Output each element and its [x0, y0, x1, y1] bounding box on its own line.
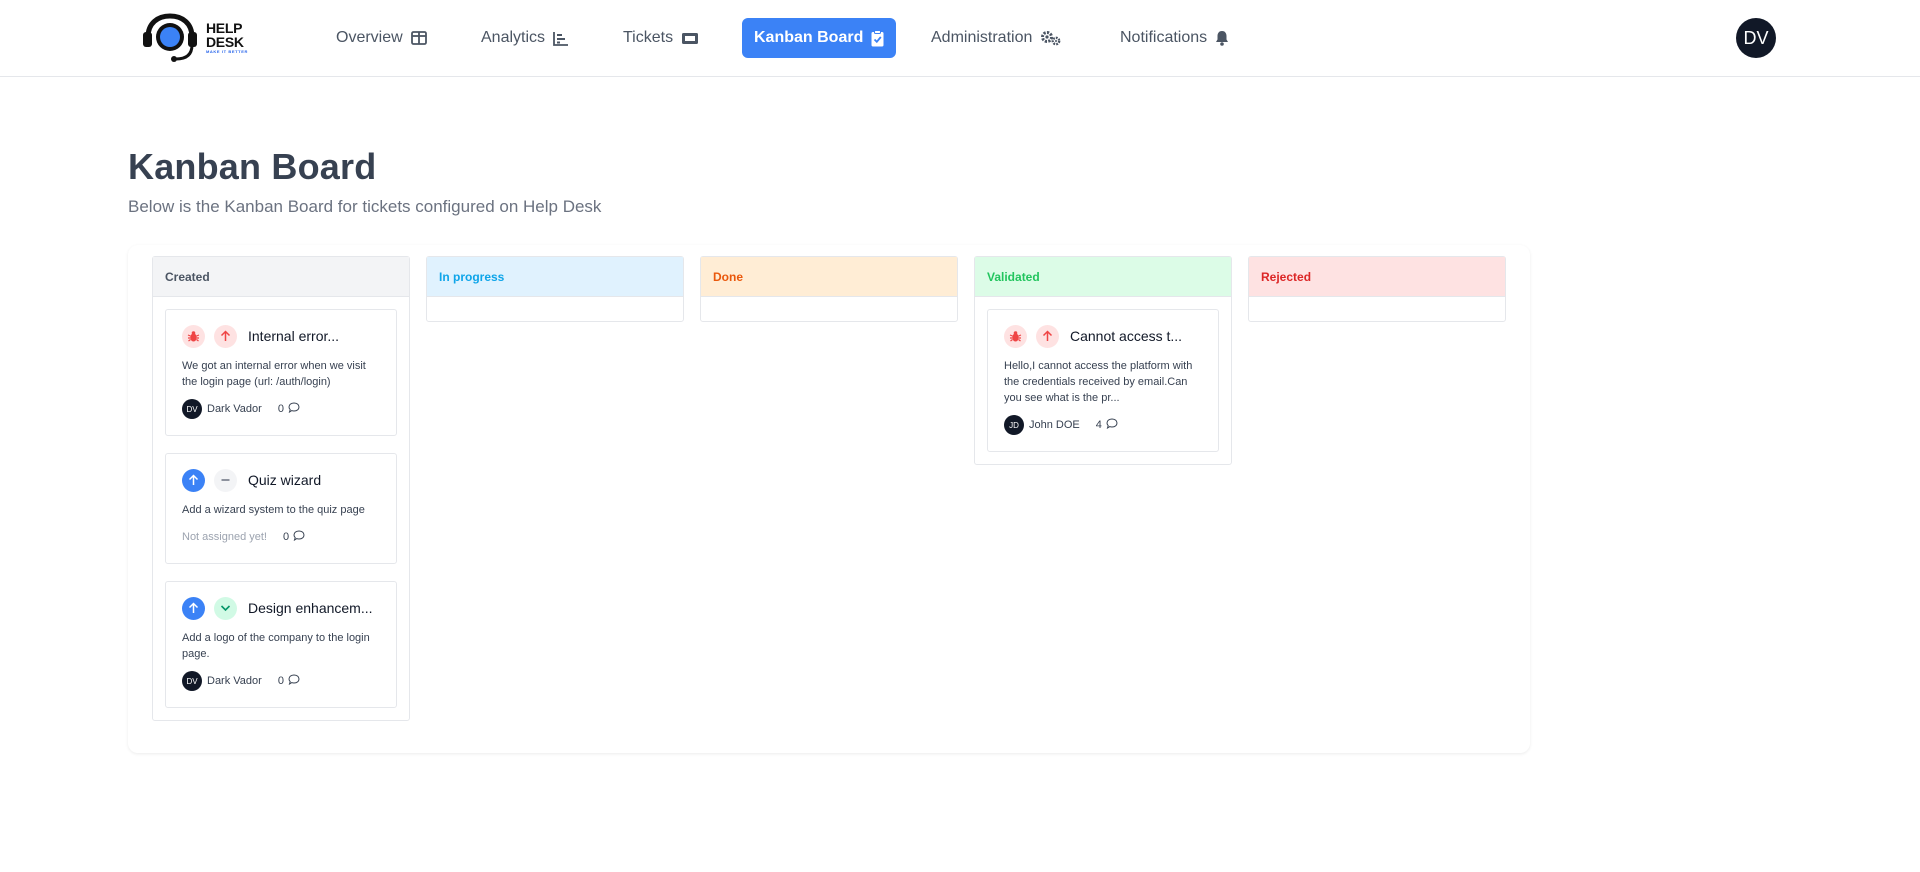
comment-icon — [1106, 418, 1118, 432]
arrow-up-icon — [214, 324, 237, 348]
column-header-in-progress: In progress — [427, 257, 683, 297]
comment-icon — [293, 530, 305, 544]
arrow-up-icon — [1036, 324, 1059, 348]
comment-icon — [288, 674, 300, 688]
bug-icon — [182, 324, 205, 348]
ticket-description: We got an internal error when we visit t… — [182, 360, 366, 388]
column-header-created: Created — [153, 257, 409, 297]
page-title: Kanban Board — [128, 146, 377, 187]
layout-icon — [410, 31, 427, 45]
comment-count: 0 — [283, 530, 305, 544]
bell-icon — [1215, 30, 1229, 46]
nav-analytics[interactable]: Analytics — [469, 18, 581, 58]
nav-notifications-label: Notifications — [1120, 29, 1208, 46]
assignee-name: Dark Vador — [207, 675, 262, 687]
user-avatar[interactable]: DV — [1736, 18, 1776, 58]
ticket-title: Cannot access t... — [1070, 328, 1183, 344]
column-validated: Validated Cannot access t... Hello,I can… — [974, 256, 1232, 465]
column-done: Done — [700, 256, 958, 322]
nav-kanban-board-label: Kanban Board — [754, 29, 864, 46]
headset-logo-icon — [142, 13, 198, 63]
nav-administration-label: Administration — [931, 29, 1033, 46]
arrow-up-icon — [182, 596, 205, 620]
ticket-title: Design enhancem... — [248, 600, 373, 616]
comment-icon — [288, 402, 300, 416]
comment-count-value: 4 — [1095, 419, 1102, 431]
top-navbar: HELP DESK MAKE IT BETTER Overview Analyt… — [0, 0, 1920, 77]
nav-overview-label: Overview — [336, 29, 403, 46]
nav-analytics-label: Analytics — [481, 29, 546, 46]
column-rejected: Rejected — [1248, 256, 1506, 322]
nav-administration[interactable]: Administration — [919, 18, 1074, 58]
comment-count: 0 — [278, 402, 300, 416]
column-title: Validated — [987, 269, 1040, 284]
ticket-title: Quiz wizard — [248, 472, 322, 488]
help-desk-logo[interactable]: HELP DESK MAKE IT BETTER — [142, 13, 277, 63]
assignee-name: Not assigned yet! — [182, 531, 267, 543]
assignee-avatar: DV — [182, 671, 202, 691]
comment-count-value: 0 — [277, 403, 284, 415]
assignee-name: Dark Vador — [207, 403, 262, 415]
nav-notifications[interactable]: Notifications — [1108, 18, 1241, 58]
logo-title: HELP DESK — [206, 20, 244, 50]
ticket-description: Add a wizard system to the quiz page — [182, 504, 365, 516]
comment-count: 0 — [278, 674, 300, 688]
page-subtitle: Below is the Kanban Board for tickets co… — [128, 197, 602, 216]
assignee-name: John DOE — [1029, 419, 1080, 431]
ticket-card[interactable]: Quiz wizard Add a wizard system to the q… — [165, 453, 397, 564]
ticket-card[interactable]: Cannot access t... Hello,I cannot access… — [987, 309, 1219, 452]
column-drop-zone[interactable] — [427, 297, 683, 321]
column-title: Rejected — [1261, 269, 1312, 284]
kanban-board: Created Internal error... We got an inte… — [128, 245, 1530, 753]
column-header-validated: Validated — [975, 257, 1231, 297]
assignee-avatar: JD — [1004, 415, 1024, 435]
assignee-avatar: DV — [182, 399, 202, 419]
clipboard-check-icon — [871, 29, 884, 47]
nav-kanban-board[interactable]: Kanban Board — [742, 18, 897, 58]
nav-tickets[interactable]: Tickets — [611, 18, 711, 58]
ticket-card[interactable]: Internal error... We got an internal err… — [165, 309, 397, 436]
minus-icon — [214, 468, 237, 492]
column-created: Created Internal error... We got an inte… — [152, 256, 410, 721]
column-title: In progress — [439, 269, 505, 284]
column-title: Done — [713, 269, 743, 284]
ticket-title: Internal error... — [248, 328, 340, 344]
comment-count: 4 — [1096, 418, 1118, 432]
nav-tickets-label: Tickets — [623, 29, 674, 46]
ticket-description: Hello,I cannot access the platform with … — [1004, 360, 1193, 404]
gears-icon — [1040, 30, 1062, 46]
ticket-card[interactable]: Design enhancem... Add a logo of the com… — [165, 581, 397, 708]
column-drop-zone[interactable] — [701, 297, 957, 321]
column-header-done: Done — [701, 257, 957, 297]
bar-chart-icon — [553, 31, 569, 46]
comment-count-value: 0 — [283, 531, 290, 543]
column-drop-zone[interactable] — [1249, 297, 1505, 321]
chevron-down-icon — [214, 596, 237, 620]
ticket-description: Add a logo of the company to the login p… — [182, 632, 370, 660]
logo-tagline: MAKE IT BETTER — [206, 49, 248, 54]
column-in-progress: In progress — [426, 256, 684, 322]
comment-count-value: 0 — [277, 675, 284, 687]
ticket-icon — [681, 32, 699, 45]
nav-overview[interactable]: Overview — [324, 18, 439, 58]
column-title: Created — [165, 269, 210, 284]
column-header-rejected: Rejected — [1249, 257, 1505, 297]
arrow-up-icon — [182, 468, 205, 492]
bug-icon — [1004, 324, 1027, 348]
